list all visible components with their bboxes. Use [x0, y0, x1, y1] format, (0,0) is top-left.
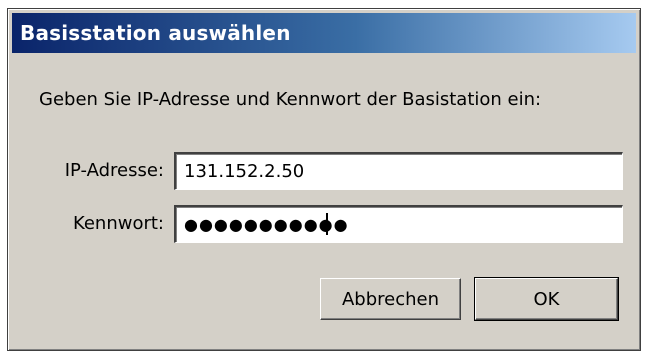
cancel-button-label: Abbrechen [341, 288, 440, 310]
password-label: Kennwort: [72, 213, 164, 234]
password-input[interactable]: ●●●●●●●●●●● [174, 205, 623, 243]
dialog-title: Basisstation auswählen [20, 21, 291, 45]
text-caret [326, 213, 328, 235]
cancel-button[interactable]: Abbrechen [320, 278, 461, 320]
title-bar[interactable]: Basisstation auswählen [12, 13, 636, 53]
ip-address-label: IP-Adresse: [64, 160, 164, 181]
ok-button-label: OK [533, 288, 560, 310]
select-base-station-dialog: Basisstation auswählen Geben Sie IP-Adre… [7, 8, 641, 351]
instruction-text: Geben Sie IP-Adresse und Kennwort der Ba… [39, 89, 542, 110]
ok-button[interactable]: OK [474, 277, 619, 321]
ip-address-input[interactable] [174, 152, 623, 190]
password-masked-value: ●●●●●●●●●●● [184, 215, 349, 234]
ok-button-face: OK [479, 282, 614, 316]
